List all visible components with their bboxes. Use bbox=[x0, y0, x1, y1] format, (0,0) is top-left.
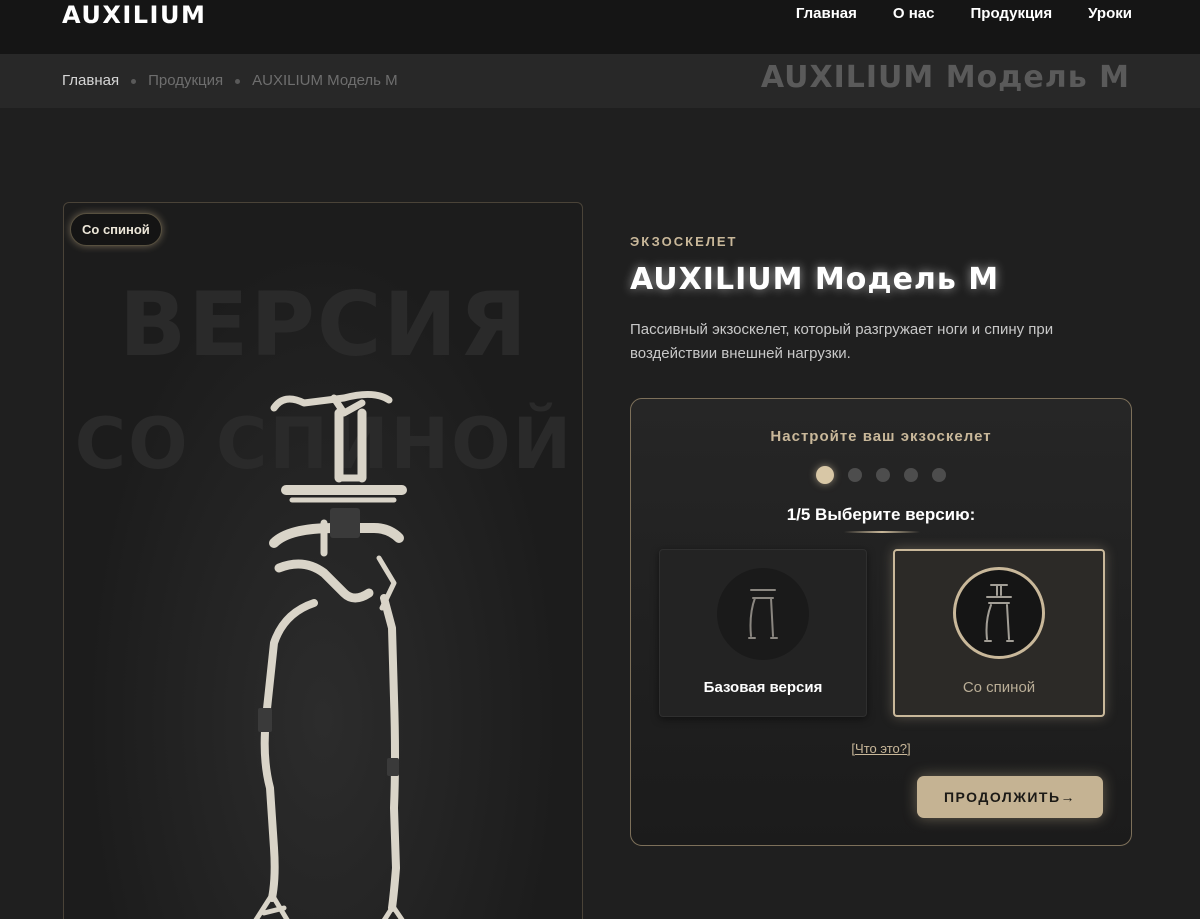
option-base-thumbnail bbox=[717, 568, 809, 660]
step-dot-2[interactable] bbox=[848, 468, 862, 482]
option-base-version[interactable]: Базовая версия bbox=[659, 549, 867, 717]
breadcrumb: Главная Продукция AUXILIUM Модель M bbox=[62, 71, 398, 91]
step-dot-1[interactable] bbox=[816, 466, 834, 484]
main-nav: Главная О нас Продукция Уроки bbox=[796, 4, 1132, 24]
option-back-thumbnail bbox=[953, 567, 1045, 659]
nav-link-home[interactable]: Главная bbox=[796, 4, 857, 24]
continue-button[interactable]: ПРОДОЛЖИТЬ→ bbox=[917, 776, 1103, 818]
breadcrumb-separator bbox=[131, 78, 137, 84]
product-description: Пассивный экзоскелет, который разгружает… bbox=[630, 321, 1054, 362]
option-base-label: Базовая версия bbox=[703, 679, 823, 696]
exoskeleton-thumbnail-icon bbox=[748, 589, 778, 639]
exoskeleton-image bbox=[253, 391, 407, 919]
breadcrumb-separator bbox=[235, 78, 241, 84]
configurator-heading: Настройте ваш экзоскелет bbox=[770, 428, 992, 445]
product-category: ЭКЗОСКЕЛЕТ bbox=[630, 234, 738, 249]
breadcrumb-home[interactable]: Главная bbox=[62, 71, 119, 91]
step-dot-3[interactable] bbox=[876, 468, 890, 482]
exoskeleton-thumbnail-icon bbox=[984, 584, 1014, 642]
version-badge: Со спиной bbox=[70, 213, 162, 246]
step-title-underline bbox=[844, 531, 920, 533]
page-title-faded: AUXILIUM Модель M bbox=[760, 60, 1130, 95]
nav-link-about[interactable]: О нас bbox=[893, 4, 935, 24]
watermark-version: ВЕРСИЯ bbox=[119, 273, 529, 376]
step-indicator bbox=[816, 466, 946, 484]
logo[interactable]: AUXILIUM bbox=[62, 2, 206, 28]
product-image-card: ВЕРСИЯ СО СПИНОЙ Со спиной bbox=[63, 202, 583, 919]
configurator-panel: Настройте ваш экзоскелет 1/5 Выберите ве… bbox=[630, 398, 1132, 846]
product-title: AUXILIUM Модель M bbox=[630, 262, 1000, 297]
nav-link-products[interactable]: Продукция bbox=[971, 4, 1053, 24]
step-dot-5[interactable] bbox=[932, 468, 946, 482]
option-back-label: Со спиной bbox=[962, 679, 1036, 696]
breadcrumb-current: AUXILIUM Модель M bbox=[252, 72, 398, 89]
breadcrumb-products[interactable]: Продукция bbox=[148, 71, 223, 91]
step-title: 1/5 Выберите версию: bbox=[786, 505, 976, 524]
step-dot-4[interactable] bbox=[904, 468, 918, 482]
nav-link-lessons[interactable]: Уроки bbox=[1088, 4, 1132, 24]
option-with-back[interactable]: Со спиной bbox=[893, 549, 1105, 717]
top-navbar: AUXILIUM Главная О нас Продукция Уроки bbox=[0, 0, 1200, 54]
whats-this-link[interactable]: [Что это?] bbox=[631, 741, 1131, 756]
